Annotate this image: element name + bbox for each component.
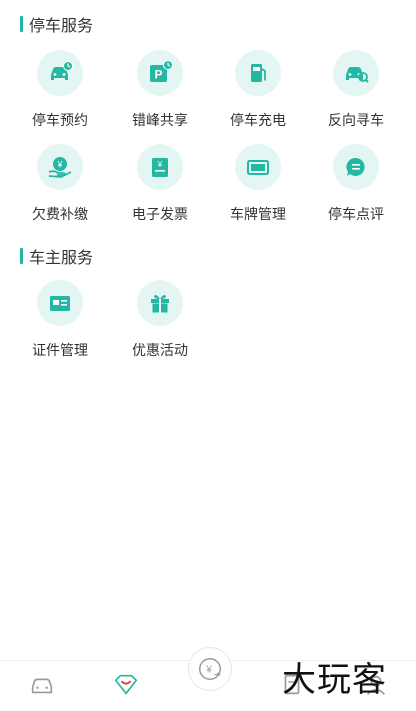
yen-hand-icon: ¥ (37, 144, 83, 190)
comment-icon (333, 144, 379, 190)
item-label: 停车充电 (230, 113, 286, 129)
svg-text:¥: ¥ (157, 160, 163, 169)
svg-text:¥: ¥ (56, 160, 63, 170)
grid-item-parking-reservation[interactable]: 停车预约 (10, 50, 110, 130)
home-gem-icon (114, 674, 138, 695)
car-search-icon (333, 50, 379, 96)
grid-item-arrears-payment[interactable]: ¥ 欠费补缴 (10, 144, 110, 224)
item-label: 停车预约 (32, 113, 88, 129)
item-label: 欠费补缴 (32, 207, 88, 223)
item-label: 错峰共享 (132, 113, 188, 129)
item-label: 证件管理 (32, 343, 88, 359)
license-plate-icon (235, 144, 281, 190)
item-label: 反向寻车 (328, 113, 384, 129)
grid-item-parking-review[interactable]: 停车点评 (306, 144, 406, 224)
gift-icon (137, 280, 183, 326)
nav-item-car[interactable] (22, 671, 62, 711)
section-title-text: 车主服务 (29, 248, 94, 267)
nav-center-pay-button[interactable]: ¥ (188, 647, 232, 691)
grid-item-offpeak-sharing[interactable]: P 错峰共享 (110, 50, 210, 130)
grid-item-parking-charging[interactable]: 停车充电 (208, 50, 308, 130)
section-title-text: 停车服务 (29, 16, 94, 35)
grid-item-e-invoice[interactable]: ¥ 电子发票 (110, 144, 210, 224)
grid-item-reverse-car-search[interactable]: 反向寻车 (306, 50, 406, 130)
item-label: 优惠活动 (132, 343, 188, 359)
item-label: 停车点评 (328, 207, 384, 223)
car-icon (31, 678, 53, 694)
car-clock-icon (37, 50, 83, 96)
invoice-icon: ¥ (137, 144, 183, 190)
section-accent-bar (20, 16, 23, 32)
watermark-text: 大玩客 (282, 660, 387, 700)
grid-item-document-management[interactable]: 证件管理 (10, 280, 110, 360)
nav-item-home[interactable] (106, 671, 146, 711)
item-label: 车牌管理 (230, 207, 286, 223)
svg-text:¥: ¥ (205, 665, 212, 676)
section-accent-bar (20, 248, 23, 264)
item-label: 电子发票 (132, 207, 188, 223)
svg-text:P: P (154, 68, 162, 82)
id-card-icon (37, 280, 83, 326)
parking-p-icon: P (137, 50, 183, 96)
section-title: 停车服务 (20, 14, 94, 35)
fuel-pump-icon (235, 50, 281, 96)
section-title: 车主服务 (20, 246, 94, 267)
yen-exchange-icon: ¥ (198, 657, 222, 681)
grid-item-promotions[interactable]: 优惠活动 (110, 280, 210, 360)
grid-item-plate-management[interactable]: 车牌管理 (208, 144, 308, 224)
